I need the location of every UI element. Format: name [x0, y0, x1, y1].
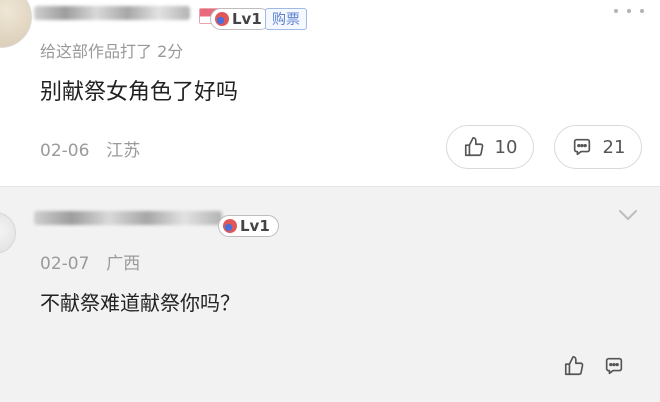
thumbs-up-icon [464, 137, 483, 157]
level-icon [223, 219, 237, 233]
comment-meta: 02-06 江苏 [40, 136, 140, 161]
avatar[interactable] [0, 0, 32, 48]
purchase-badge: 购票 [265, 8, 307, 30]
like-count: 10 [494, 136, 518, 158]
level-badge: Lv1 [210, 8, 271, 30]
comment-date: 02-07 [40, 254, 90, 274]
reply-card: Lv1 02-07 广西 不献祭难道献祭你吗？ [0, 187, 660, 402]
comment-location: 江苏 [106, 141, 141, 161]
comment-card-top: Lv1 购票 给这部作品打了 2分 别献祭女角色了好吗 02-06 江苏 10 … [0, 0, 660, 186]
more-horizontal-icon[interactable] [614, 6, 644, 16]
chevron-down-icon[interactable] [618, 209, 638, 221]
thumbs-up-icon[interactable] [562, 355, 586, 377]
chat-bubble-icon [573, 138, 590, 156]
comment-date: 02-06 [40, 141, 90, 161]
purchase-badge-label: 购票 [272, 12, 300, 28]
username-obscured[interactable] [34, 211, 222, 225]
chat-bubble-icon[interactable] [602, 355, 626, 377]
comment-meta: 02-07 广西 [40, 249, 140, 274]
level-badge: Lv1 [218, 215, 279, 237]
level-label: Lv1 [232, 10, 262, 28]
level-label: Lv1 [240, 217, 270, 235]
comment-content: 不献祭难道献祭你吗？ [40, 291, 240, 315]
like-button[interactable]: 10 [446, 125, 534, 169]
rating-text: 给这部作品打了 2分 [40, 42, 184, 61]
reply-button[interactable]: 21 [554, 125, 642, 169]
username-obscured[interactable] [34, 6, 190, 20]
avatar[interactable] [0, 212, 16, 254]
reply-count: 21 [602, 136, 626, 158]
level-icon [215, 12, 229, 26]
comment-location: 广西 [106, 254, 141, 274]
comment-content: 别献祭女角色了好吗 [40, 80, 239, 105]
